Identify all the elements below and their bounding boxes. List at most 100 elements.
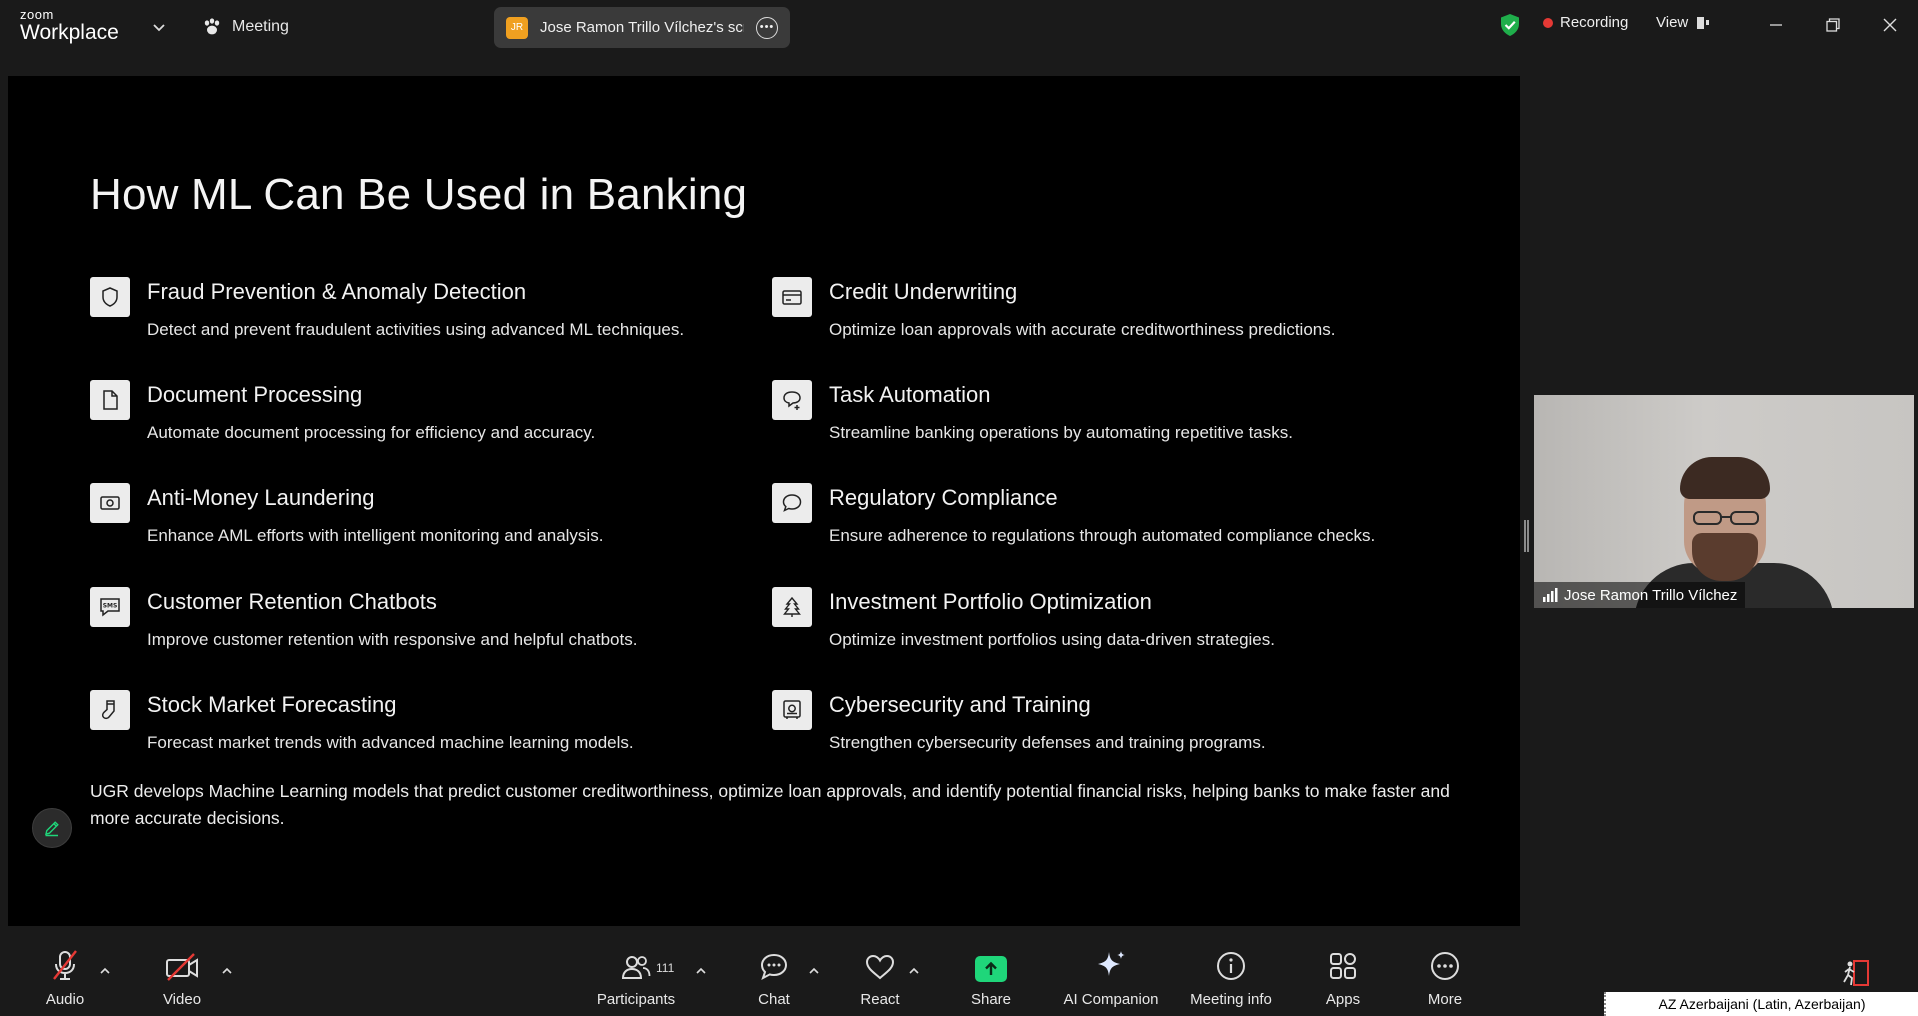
- tree-icon: [772, 587, 812, 627]
- chat-label: Chat: [758, 991, 790, 1008]
- chat-button[interactable]: Chat: [752, 942, 796, 1016]
- chat-bubble-icon: [772, 483, 812, 523]
- info-icon: [1217, 952, 1245, 980]
- participant-name: Jose Ramon Trillo Vílchez: [1564, 586, 1738, 604]
- recording-label: Recording: [1560, 14, 1629, 31]
- sock-icon: [90, 690, 130, 730]
- chevron-down-icon[interactable]: [150, 18, 168, 36]
- banknote-icon: [90, 483, 130, 523]
- participant-count: 111: [656, 961, 675, 975]
- apps-label: Apps: [1325, 991, 1361, 1008]
- feature-description: Optimize investment portfolios using dat…: [829, 630, 1275, 649]
- apps-grid-icon: [1330, 953, 1356, 979]
- annotate-button[interactable]: [32, 808, 72, 848]
- audio-button[interactable]: Audio: [40, 942, 90, 1016]
- shield-icon: [90, 277, 130, 317]
- audio-label: Audio: [45, 991, 85, 1008]
- close-icon: [1883, 18, 1897, 32]
- video-person-glasses: [1693, 511, 1759, 525]
- more-button[interactable]: More: [1422, 942, 1468, 1016]
- sms-icon: SMS: [90, 587, 130, 627]
- react-button[interactable]: React: [856, 942, 904, 1016]
- safe-icon: [772, 690, 812, 730]
- slide-summary: UGR develops Machine Learning models tha…: [90, 781, 1450, 828]
- chat-icon: [760, 953, 788, 981]
- close-window-button[interactable]: [1875, 10, 1905, 40]
- panel-resize-handle[interactable]: [1524, 520, 1529, 552]
- meeting-info-button[interactable]: Meeting info: [1186, 942, 1276, 1016]
- restore-icon: [1826, 18, 1840, 32]
- feature-title: Task Automation: [829, 382, 991, 407]
- svg-text:SMS: SMS: [103, 603, 118, 610]
- automation-icon: [772, 380, 812, 420]
- restore-window-button[interactable]: [1818, 10, 1848, 40]
- feature-description: Detect and prevent fraudulent activities…: [147, 320, 685, 339]
- sparkle-icon: [1098, 951, 1125, 976]
- meeting-label: Meeting: [232, 18, 289, 35]
- participant-video-tile[interactable]: Jose Ramon Trillo Vílchez: [1534, 395, 1914, 608]
- minimize-window-button[interactable]: [1761, 10, 1791, 40]
- slide-title: How ML Can Be Used in Banking: [90, 170, 748, 219]
- audio-options-caret-icon[interactable]: [98, 966, 112, 976]
- recording-dot-icon: [1543, 17, 1553, 28]
- more-icon: [1431, 952, 1459, 980]
- more-label: More: [1427, 991, 1463, 1008]
- screen-share-pill[interactable]: JR Jose Ramon Trillo Vílchez's scree •••: [494, 7, 790, 48]
- feature-title: Regulatory Compliance: [829, 485, 1058, 510]
- meeting-info-label: Meeting info: [1190, 991, 1272, 1008]
- feature-title: Fraud Prevention & Anomaly Detection: [147, 279, 527, 304]
- participants-button[interactable]: Participants: [594, 942, 678, 1016]
- apps-button[interactable]: Apps: [1322, 942, 1364, 1016]
- chat-options-caret-icon[interactable]: [807, 966, 821, 976]
- feature-description: Optimize loan approvals with accurate cr…: [829, 320, 1336, 339]
- minimize-icon: [1770, 24, 1782, 26]
- video-button[interactable]: Video: [160, 942, 204, 1016]
- meeting-menu-button[interactable]: Meeting: [202, 14, 289, 40]
- shared-screen-slide: How ML Can Be Used in Banking Fraud Prev…: [8, 76, 1520, 926]
- feature-description: Automate document processing for efficie…: [147, 423, 596, 442]
- participants-label: Participants: [596, 991, 676, 1008]
- share-arrow-icon: [975, 956, 1007, 982]
- feature-title: Cybersecurity and Training: [829, 692, 1091, 717]
- video-person-hair: [1680, 457, 1770, 499]
- react-label: React: [860, 991, 900, 1008]
- more-options-icon[interactable]: •••: [756, 16, 778, 39]
- document-icon: [90, 380, 130, 420]
- recording-indicator[interactable]: Recording: [1543, 14, 1628, 31]
- brand-top: zoom: [20, 7, 54, 22]
- sharer-screen-label: Jose Ramon Trillo Vílchez's scree: [540, 19, 744, 36]
- feature-description: Strengthen cybersecurity defenses and tr…: [829, 733, 1266, 752]
- participants-options-caret-icon[interactable]: [694, 966, 708, 976]
- view-layout-icon: [1697, 16, 1710, 29]
- feature-description: Enhance AML efforts with intelligent mon…: [147, 526, 604, 545]
- share-label: Share: [970, 991, 1012, 1008]
- ai-companion-label: AI Companion: [1063, 991, 1159, 1008]
- zoom-workplace-logo[interactable]: zoom Workplace: [20, 8, 119, 43]
- encryption-shield-icon[interactable]: [1499, 13, 1521, 37]
- feature-title: Credit Underwriting: [829, 279, 1018, 304]
- brand-bottom: Workplace: [20, 21, 119, 44]
- heart-icon: [865, 954, 895, 980]
- exit-door-icon[interactable]: [1840, 958, 1874, 988]
- feature-description: Ensure adherence to regulations through …: [829, 526, 1376, 545]
- view-button[interactable]: View: [1656, 14, 1710, 31]
- feature-description: Streamline banking operations by automat…: [829, 423, 1293, 442]
- video-options-caret-icon[interactable]: [220, 966, 234, 976]
- share-screen-button[interactable]: Share: [966, 942, 1016, 1016]
- ai-companion-button[interactable]: AI Companion: [1061, 942, 1161, 1016]
- top-bar: zoom Workplace Meeting JR Jose Ramon Tri…: [0, 0, 1918, 52]
- feature-title: Customer Retention Chatbots: [147, 589, 437, 614]
- video-label: Video: [162, 991, 202, 1008]
- credit-card-icon: [772, 277, 812, 317]
- video-camera-off-icon: [166, 953, 198, 981]
- paw-icon: [204, 18, 220, 35]
- pencil-icon: [45, 821, 59, 837]
- keyboard-language-indicator[interactable]: AZ Azerbaijani (Latin, Azerbaijan): [1604, 992, 1918, 1016]
- feature-description: Forecast market trends with advanced mac…: [147, 733, 634, 752]
- react-options-caret-icon[interactable]: [907, 966, 921, 976]
- signal-strength-icon: [1543, 588, 1558, 602]
- feature-title: Stock Market Forecasting: [147, 692, 397, 717]
- feature-title: Investment Portfolio Optimization: [829, 589, 1152, 614]
- feature-title: Anti-Money Laundering: [147, 485, 375, 510]
- participant-name-label: Jose Ramon Trillo Vílchez: [1534, 582, 1746, 608]
